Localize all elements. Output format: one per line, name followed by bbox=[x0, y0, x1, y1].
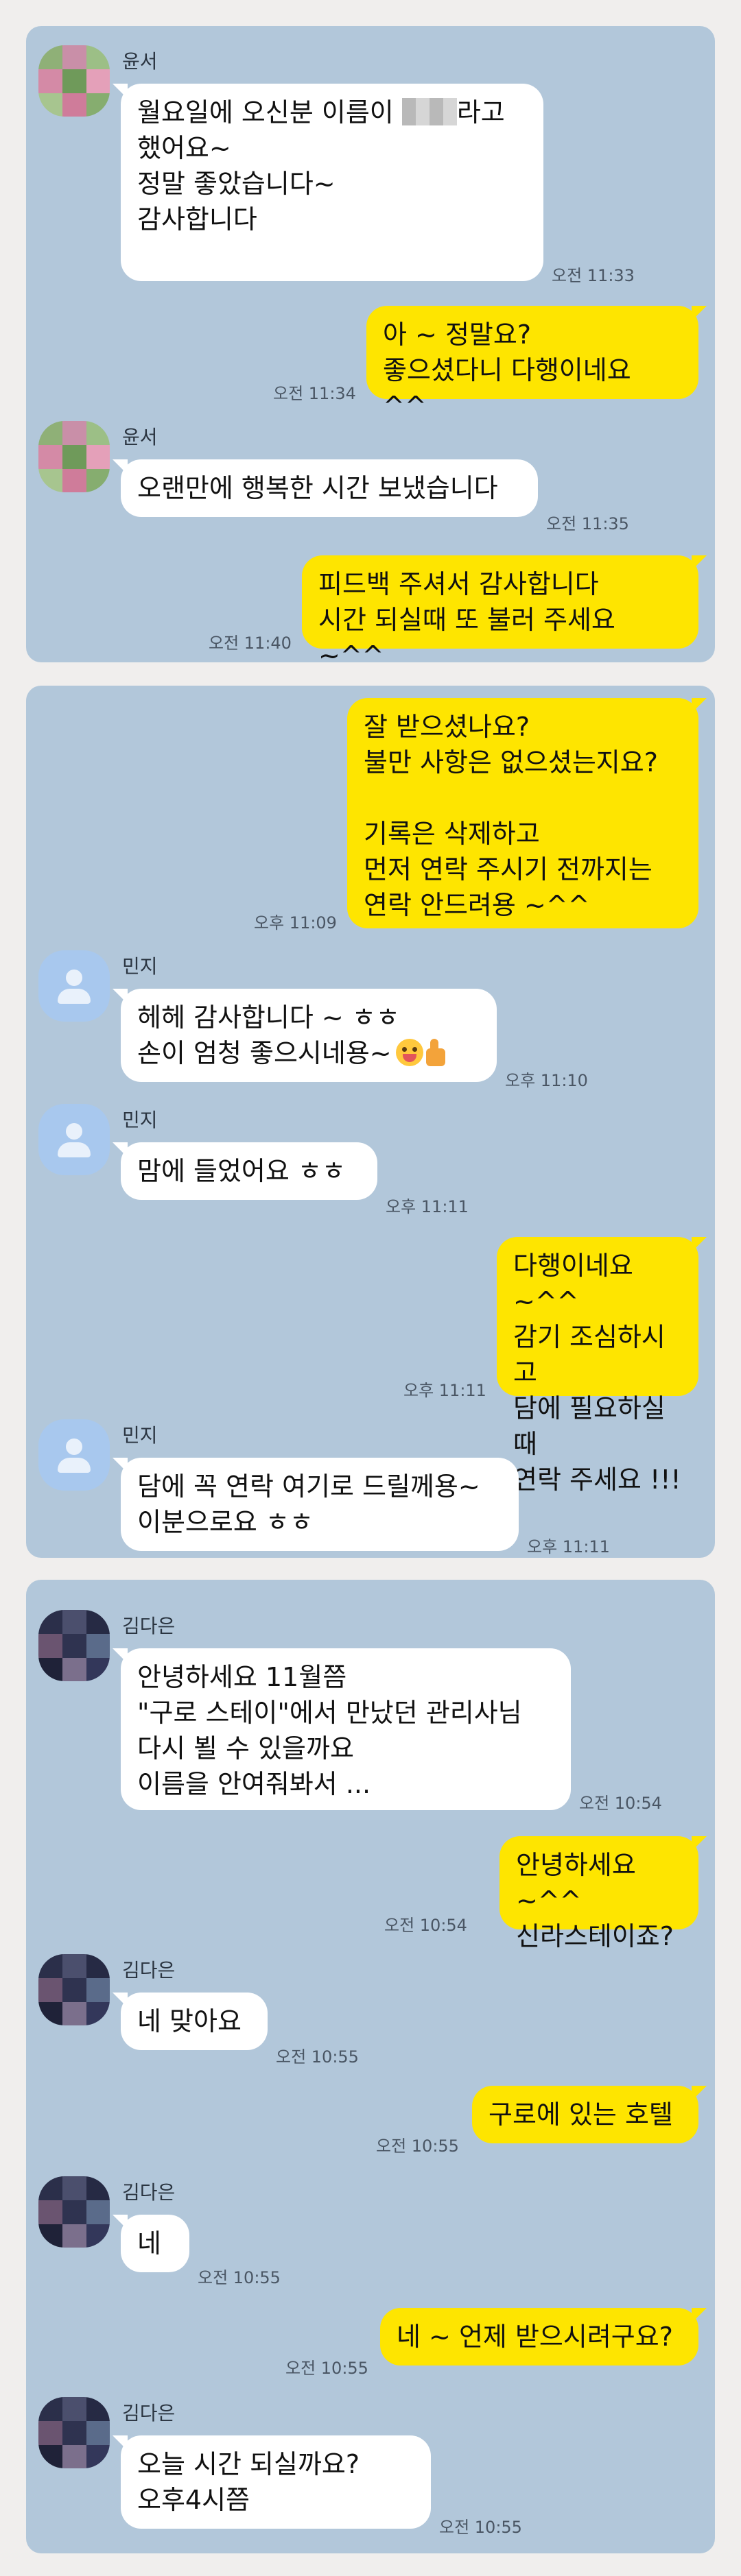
message-bubble[interactable]: 네 bbox=[113, 2215, 189, 2272]
sender-name: 민지 bbox=[122, 1109, 158, 1131]
message-bubble[interactable]: 잘 받으셨나요? 불만 사항은 없으셨는지요? 기록은 삭제하고 먼저 연락 주… bbox=[347, 698, 707, 928]
message-bubble[interactable]: 다행이네요 ~^^ 감기 조심하시고 담에 필요하실때 연락 주세요 !!! bbox=[497, 1237, 707, 1495]
message-bubble[interactable]: 안녕하세요 ~^^ 신라스테이죠? bbox=[499, 1836, 707, 1951]
message-bubble[interactable]: 헤헤 감사합니다 ~ ㅎㅎ 손이 엄청 좋으시네용~ bbox=[113, 989, 497, 1082]
message-bubble[interactable]: 오랜만에 행복한 시간 보냈습니다 bbox=[113, 459, 538, 517]
sender-name: 윤서 bbox=[122, 50, 158, 73]
message-time: 오후 11:11 bbox=[386, 1197, 469, 1216]
tongue-face-emoji bbox=[395, 1039, 423, 1066]
message-time: 오전 11:40 bbox=[209, 634, 292, 653]
message-bubble[interactable]: 담에 꼭 연락 여기로 드릴께용~ 이분으로요 ㅎㅎ bbox=[113, 1458, 519, 1551]
profile-avatar-minji[interactable] bbox=[38, 1419, 110, 1491]
message-time: 오전 10:55 bbox=[376, 2136, 459, 2156]
message-time: 오전 11:34 bbox=[273, 384, 356, 403]
message-bubble[interactable]: 네 맞아요 bbox=[113, 1993, 268, 2050]
profile-avatar-kimdaeun[interactable] bbox=[38, 2397, 110, 2468]
profile-avatar-minji[interactable] bbox=[38, 1104, 110, 1175]
message-time: 오후 11:11 bbox=[527, 1537, 610, 1556]
sender-name: 민지 bbox=[122, 955, 158, 978]
sender-name: 김다은 bbox=[122, 2402, 176, 2424]
sender-name: 민지 bbox=[122, 1424, 158, 1447]
message-bubble[interactable]: 오늘 시간 되실까요? 오후4시쯤 bbox=[113, 2435, 431, 2529]
chat-panel-3: 김다은 안녕하세요 11월쯤 "구로 스테이"에서 만났던 관리사님 다시 뵐 … bbox=[26, 1580, 715, 2553]
profile-avatar-kimdaeun[interactable] bbox=[38, 1610, 110, 1681]
message-bubble[interactable]: 피드백 주셔서 감사합니다 시간 되실때 또 불러 주세요 ~^^ bbox=[302, 555, 707, 671]
sender-name: 김다은 bbox=[122, 1959, 176, 1982]
message-bubble[interactable]: 네 ~ 언제 받으시려구요? bbox=[380, 2308, 707, 2366]
sender-name: 윤서 bbox=[122, 426, 158, 448]
message-time: 오전 10:54 bbox=[384, 1916, 467, 1935]
message-time: 오전 10:55 bbox=[198, 2268, 281, 2287]
message-time: 오전 10:54 bbox=[579, 1794, 662, 1813]
message-bubble[interactable]: 월요일에 오신분 이름이 라고 했어요~ 정말 좋았습니다~ 감사합니다 bbox=[113, 84, 543, 281]
profile-avatar-yunseo[interactable] bbox=[38, 45, 110, 117]
message-time: 오후 11:09 bbox=[254, 913, 337, 932]
message-time: 오전 10:55 bbox=[276, 2047, 359, 2067]
redacted-name bbox=[401, 98, 457, 125]
message-text: 월요일에 오신분 이름이 bbox=[137, 97, 402, 128]
chat-panel-1: 윤서 월요일에 오신분 이름이 라고 했어요~ 정말 좋았습니다~ 감사합니다 … bbox=[26, 26, 715, 671]
message-time: 오전 10:55 bbox=[285, 2359, 368, 2378]
message-bubble[interactable]: 구로에 있는 호텔 bbox=[472, 2086, 707, 2143]
person-icon bbox=[66, 970, 82, 986]
message-time: 오후 11:11 bbox=[403, 1381, 486, 1400]
message-time: 오전 11:33 bbox=[552, 266, 635, 285]
message-bubble[interactable]: 안녕하세요 11월쯤 "구로 스테이"에서 만났던 관리사님 다시 뵐 수 있을… bbox=[113, 1648, 571, 1810]
sender-name: 김다은 bbox=[122, 2181, 176, 2204]
thumbs-up-emoji bbox=[425, 1039, 447, 1066]
profile-avatar-minji[interactable] bbox=[38, 950, 110, 1022]
profile-avatar-kimdaeun[interactable] bbox=[38, 1954, 110, 2025]
sender-name: 김다은 bbox=[122, 1615, 176, 1637]
person-icon bbox=[66, 1123, 82, 1140]
message-text: 헤헤 감사합니다 ~ ㅎㅎ 손이 엄청 좋으시네용~ bbox=[137, 1002, 400, 1068]
profile-avatar-yunseo[interactable] bbox=[38, 421, 110, 492]
message-bubble[interactable]: 아 ~ 정말요? 좋으셨다니 다행이네요 ^^ bbox=[366, 306, 707, 421]
person-icon bbox=[66, 1439, 82, 1455]
message-time: 오전 11:35 bbox=[546, 514, 629, 533]
message-bubble[interactable]: 맘에 들었어요 ㅎㅎ bbox=[113, 1142, 377, 1200]
message-time: 오후 11:10 bbox=[505, 1071, 588, 1090]
chat-panel-2: 잘 받으셨나요? 불만 사항은 없으셨는지요? 기록은 삭제하고 먼저 연락 주… bbox=[26, 686, 715, 1558]
message-time: 오전 10:55 bbox=[439, 2518, 522, 2537]
profile-avatar-kimdaeun[interactable] bbox=[38, 2176, 110, 2248]
